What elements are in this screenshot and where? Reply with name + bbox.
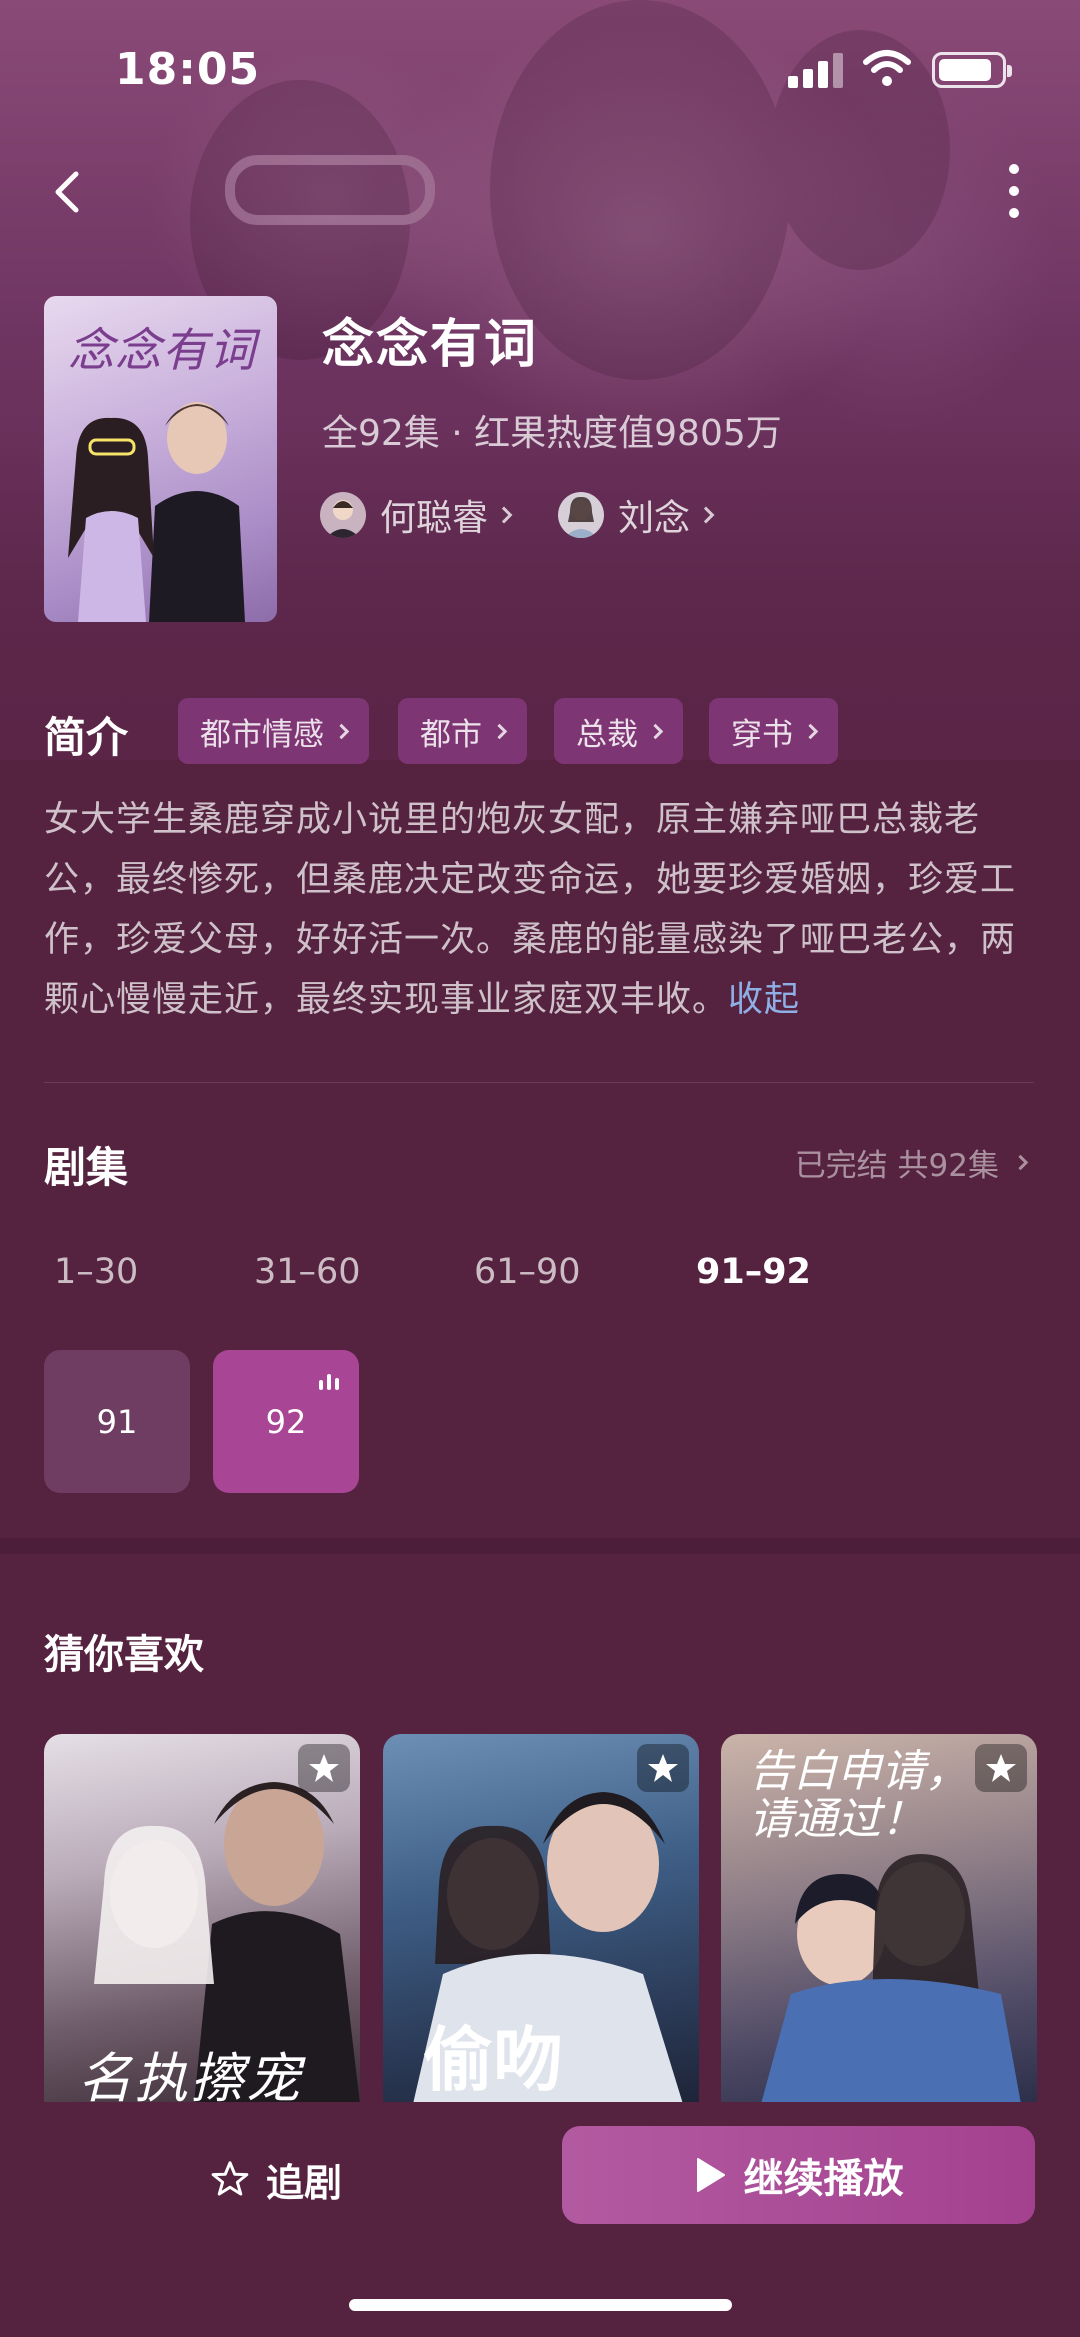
genre-tag-label: 都市: [420, 716, 482, 753]
drama-detail-page: 18:05 念念有词 念念有词 全92集 · 红果热度值9805万 何聪睿 刘念…: [0, 0, 1080, 2337]
chevron-right-icon: [697, 506, 715, 524]
play-icon: [696, 2158, 725, 2192]
genre-tag[interactable]: 都市: [398, 698, 527, 764]
episode-range-tab[interactable]: 61–90: [474, 1252, 581, 1292]
genre-tag[interactable]: 都市情感: [178, 698, 369, 764]
star-icon: [309, 1754, 339, 1782]
chevron-right-icon: [491, 723, 508, 739]
chevron-right-icon: [333, 723, 350, 739]
episodes-heading: 剧集: [44, 1143, 129, 1192]
home-indicator[interactable]: [349, 2299, 732, 2311]
episodes-status-link[interactable]: 已完结 共92集: [794, 1140, 1029, 1185]
star-outline-icon: [211, 2161, 249, 2196]
signal-icon: [788, 52, 844, 88]
continue-play-label: 继续播放: [743, 2156, 904, 2202]
episodes-status: 已完结 共92集: [794, 1148, 999, 1184]
episode-button[interactable]: 91: [44, 1350, 190, 1493]
status-time: 18:05: [115, 44, 261, 95]
favorite-button[interactable]: [298, 1744, 350, 1792]
genre-tag-label: 都市情感: [200, 716, 324, 753]
recommend-card[interactable]: 名执擦宠: [44, 1734, 360, 2104]
drama-poster[interactable]: 念念有词: [44, 296, 277, 622]
chevron-right-icon: [1012, 1154, 1029, 1171]
favorite-button[interactable]: [975, 1744, 1027, 1792]
more-options-button[interactable]: [996, 158, 1032, 224]
episode-number: 91: [96, 1402, 138, 1441]
recommend-card[interactable]: 告白申请，请通过！: [721, 1734, 1037, 2104]
episode-number: 92: [265, 1402, 307, 1441]
star-icon: [986, 1754, 1016, 1782]
intro-body: 女大学生桑鹿穿成小说里的炮灰女配，原主嫌弃哑巴总裁老公，最终惨死，但桑鹿决定改变…: [44, 800, 1017, 1020]
episode-range-tab-active[interactable]: 91–92: [696, 1252, 811, 1292]
wifi-icon: [862, 48, 912, 88]
actor-avatar: [320, 492, 366, 538]
now-playing-icon: [319, 1372, 341, 1390]
recommend-card[interactable]: 偷吻: [383, 1734, 699, 2104]
battery-icon: [932, 52, 1012, 88]
drama-title: 念念有词: [322, 315, 539, 375]
intro-heading: 简介: [44, 713, 129, 762]
actor-link[interactable]: 刘念: [558, 490, 715, 540]
collapse-link[interactable]: 收起: [728, 980, 800, 1020]
star-icon: [648, 1754, 678, 1782]
recommend-poster-title: 名执擦宠: [78, 2047, 302, 2104]
genre-tag-label: 穿书: [731, 716, 793, 753]
divider: [44, 1082, 1034, 1083]
recommend-poster-title: 偷吻: [423, 2018, 563, 2101]
continue-play-button[interactable]: 继续播放: [562, 2126, 1035, 2224]
genre-tag-label: 总裁: [576, 716, 638, 753]
status-bar: 18:05: [0, 0, 1080, 140]
genre-tag[interactable]: 总裁: [554, 698, 683, 764]
section-separator: [0, 1538, 1080, 1554]
favorite-button[interactable]: [637, 1744, 689, 1792]
chevron-right-icon: [802, 723, 819, 739]
episode-range-tab[interactable]: 31–60: [254, 1252, 361, 1292]
recommend-poster-title: 告白申请，请通过！: [749, 1746, 969, 1845]
intro-text: 女大学生桑鹿穿成小说里的炮灰女配，原主嫌弃哑巴总裁老公，最终惨死，但桑鹿决定改变…: [44, 790, 1044, 1030]
episode-button-current[interactable]: 92: [213, 1350, 359, 1493]
follow-button[interactable]: 追剧: [210, 2146, 342, 2212]
chevron-right-icon: [647, 723, 664, 739]
actor-name: 刘念: [618, 498, 691, 539]
actor-avatar: [558, 492, 604, 538]
drama-meta: 全92集 · 红果热度值9805万: [322, 413, 782, 454]
episode-range-tab[interactable]: 1–30: [54, 1252, 138, 1292]
recommend-heading: 猜你喜欢: [44, 1632, 204, 1678]
back-button[interactable]: [46, 160, 96, 224]
actor-name: 何聪睿: [380, 498, 489, 539]
chevron-right-icon: [495, 506, 513, 524]
poster-figure-woman: [68, 417, 154, 622]
actor-link[interactable]: 何聪睿: [320, 490, 513, 540]
follow-label: 追剧: [266, 2160, 343, 2205]
chevron-left-icon: [55, 171, 79, 213]
poster-title-art: 念念有词: [68, 323, 256, 377]
genre-tag[interactable]: 穿书: [709, 698, 838, 764]
